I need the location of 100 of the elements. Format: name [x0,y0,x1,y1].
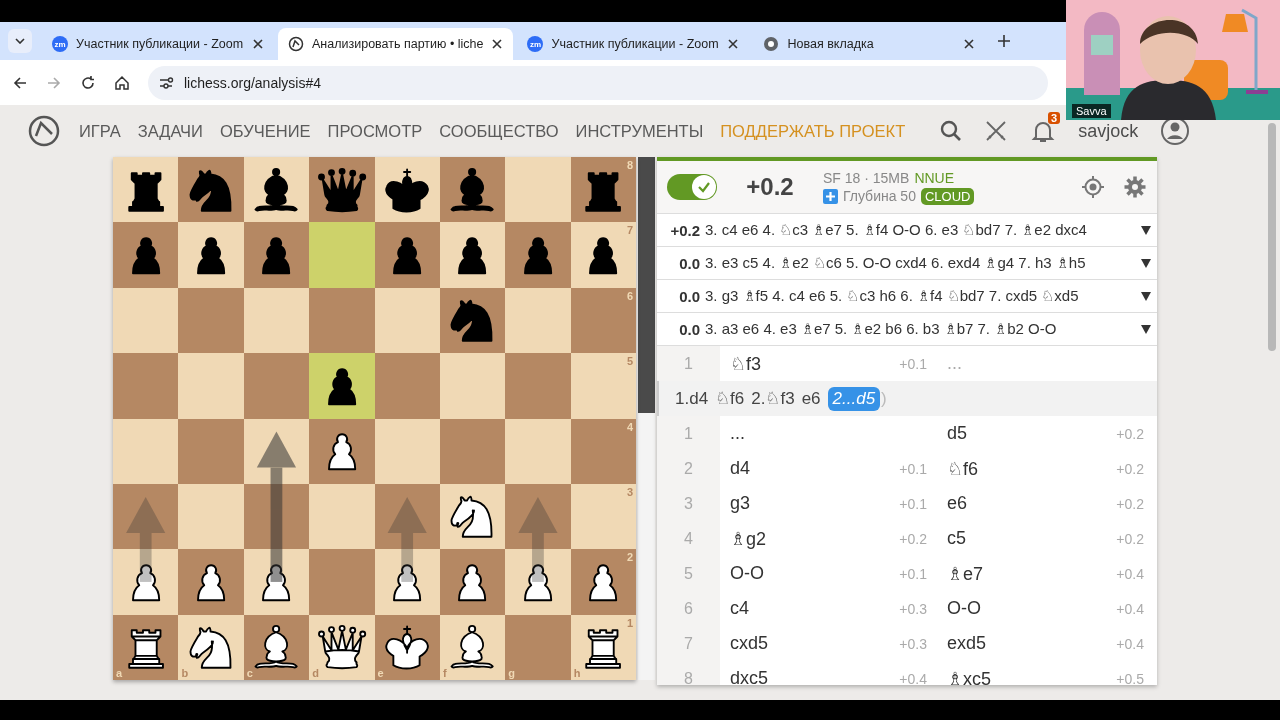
rank-label: 5 [626,355,633,368]
tab-search-button[interactable] [8,29,32,53]
browser-icon [763,36,780,52]
move-eval: +0.2 [1116,460,1145,477]
move-eval: +0.3 [899,635,928,652]
move-number: 4 [657,521,720,556]
move[interactable]: g3 [730,493,900,514]
nav-link[interactable]: СООБЩЕСТВО [439,121,559,141]
engine-toggle[interactable] [667,174,717,200]
engine-line[interactable]: 3. e3 c5 4. ♗e2 ♘c6 5. O-O cxd4 6. exd4 ♗g4 7. h3 ♗h5 [705,254,1140,272]
site-info-icon[interactable] [158,74,174,91]
move-eval: +0.4 [1116,635,1145,652]
move-number: 5 [657,556,720,591]
target-icon[interactable] [1081,175,1105,199]
caret-icon[interactable] [1140,290,1152,302]
move[interactable]: O-O [947,598,1117,619]
rank-label: 8 [626,159,633,171]
engine-line[interactable]: 3. g3 ♗f5 4. c4 e6 5. ♘c3 h6 6. ♗f4 ♘bd7 7. cxd5 ♘xd5 [705,287,1140,305]
variation-move[interactable]: 2.♘f3 [751,388,795,409]
reload-icon[interactable] [80,74,96,91]
address-bar[interactable]: lichess.org/analysis#4 [148,65,1048,100]
crossed-swords-icon[interactable] [984,119,1009,143]
nav-link[interactable]: ИНСТРУМЕНТЫ [575,121,704,141]
notification-count: 3 [1048,112,1061,124]
move[interactable]: c5 [947,528,1117,549]
move-eval: +0.1 [899,495,928,512]
engine-line[interactable]: 3. a3 e6 4. e3 ♗e7 5. ♗e2 b6 6. b3 ♗b7 7. ♗b2 O-O [705,320,1140,338]
nav-link[interactable]: ОБУЧЕНИЕ [220,121,311,141]
move[interactable]: ♘f6 [947,457,1117,480]
settings-icon[interactable] [1123,175,1147,199]
move[interactable]: ♘f3 [730,352,900,375]
close-icon[interactable] [491,38,504,50]
file-label: e [377,667,384,679]
engine-line[interactable]: 3. c4 e6 4. ♘c3 ♗e7 5. ♗f4 O-O 6. e3 ♘bd7 7. ♗e2 dxc4 [705,221,1140,239]
participant-name: Savva [1072,104,1111,118]
search-icon[interactable] [940,120,963,142]
move-eval: +0.2 [1116,425,1145,442]
variation-move[interactable]: 1.d4 [675,388,709,409]
file-label: h [573,667,581,679]
close-icon[interactable] [727,38,740,50]
nav-link[interactable]: ИГРА [79,121,121,141]
variation-move[interactable]: e6 [801,388,821,409]
move-number: 1 [657,416,720,451]
file-label: a [116,667,123,679]
move[interactable]: ... [730,423,937,444]
move-number: 1 [657,346,720,381]
move-number: 3 [657,486,720,521]
check-icon [697,180,711,194]
caret-icon[interactable] [1140,257,1152,269]
caret-icon[interactable] [1140,323,1152,335]
nav-link[interactable]: ЗАДАЧИ [137,121,203,141]
move[interactable]: e6 [947,493,1117,514]
move[interactable]: dxc5 [730,668,900,685]
file-label: f [442,667,447,679]
move-number: 6 [657,591,720,626]
move-eval: +0.1 [899,460,928,477]
move-eval: +0.2 [899,530,928,547]
close-icon[interactable] [963,38,976,50]
home-icon[interactable] [114,74,130,91]
close-icon[interactable] [252,38,264,50]
move[interactable]: c4 [730,598,900,619]
zoom-icon: zm [52,36,68,52]
browser-tab[interactable]: Анализировать партию • liche [278,28,514,60]
move[interactable]: d4 [730,458,900,479]
move[interactable]: ♗e7 [947,562,1117,585]
engine-tag: NNUE [914,169,955,186]
browser-tab[interactable]: Новая вкладка [753,28,986,60]
caret-icon[interactable] [15,38,25,44]
rank-label: 6 [626,289,633,302]
new-tab-icon[interactable] [997,34,1012,48]
move[interactable]: d5 [947,423,1117,444]
move[interactable]: ♗g2 [730,527,900,550]
rank-label: 3 [626,485,633,498]
move-number: 2 [657,451,720,486]
browser-tab[interactable]: zm Участник публикации - Zoom [42,28,274,60]
back-icon[interactable] [12,74,28,91]
engine-name: SF 18 · 15MB [823,169,910,186]
move-eval: +0.4 [899,670,928,685]
line-score: 0.0 [678,254,700,272]
rank-label: 7 [626,224,633,237]
variation-move[interactable]: ♘f6 [715,388,745,409]
username-link[interactable]: savjock [1078,120,1139,142]
move-eval: +0.1 [899,355,928,372]
move-number: 7 [657,626,720,661]
move[interactable]: O-O [730,563,900,584]
caret-icon[interactable] [1140,224,1152,236]
nav-link[interactable]: ПРОСМОТР [327,121,423,141]
move[interactable]: exd5 [947,633,1117,654]
file-label: g [508,667,515,679]
move-eval: +0.2 [1116,495,1145,512]
rank-label: 2 [626,551,633,564]
line-score: 0.0 [678,320,700,338]
move[interactable]: cxd5 [730,633,900,654]
move[interactable]: ♗xc5 [947,667,1117,685]
rank-label: 1 [626,616,633,629]
browser-tab[interactable]: zm Участник публикации - Zoom [517,28,750,60]
move-eval: +0.1 [899,565,928,582]
plus-icon[interactable] [823,188,838,204]
scrollbar-thumb[interactable] [1268,123,1276,351]
variation-bracket: ) [881,388,887,409]
